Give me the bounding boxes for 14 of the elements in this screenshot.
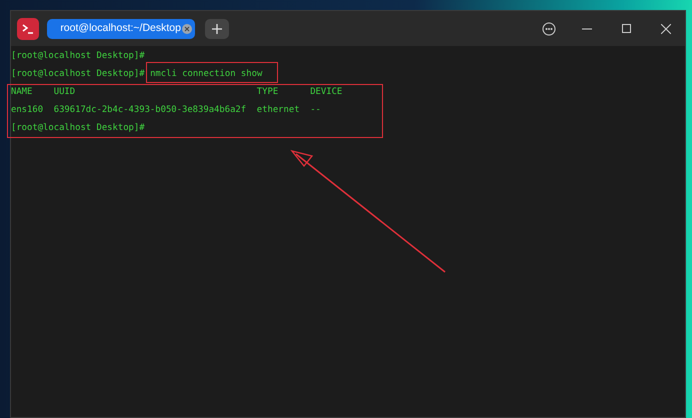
add-tab-button[interactable] (205, 18, 229, 38)
close-icon[interactable] (182, 24, 192, 34)
typed-command: nmcli connection show (150, 68, 262, 80)
more-icon[interactable] (542, 22, 556, 36)
command-output: ens160 639617dc-2b4c-4393-b050-3e839a4b6a2f ethernet -- (11, 104, 321, 116)
terminal-icon (17, 18, 39, 40)
terminal-tab[interactable]: root@localhost:~/Desktop (47, 18, 195, 38)
maximize-icon[interactable] (622, 24, 631, 33)
shell-prompt: [root@localhost Desktop]# (11, 68, 145, 80)
close-icon[interactable] (661, 24, 671, 34)
shell-prompt: [root@localhost Desktop]# (11, 50, 145, 62)
plus-icon (212, 24, 222, 34)
shell-prompt: [root@localhost Desktop]# (11, 122, 145, 134)
command-output: NAME UUID TYPE DEVICE (11, 86, 342, 98)
